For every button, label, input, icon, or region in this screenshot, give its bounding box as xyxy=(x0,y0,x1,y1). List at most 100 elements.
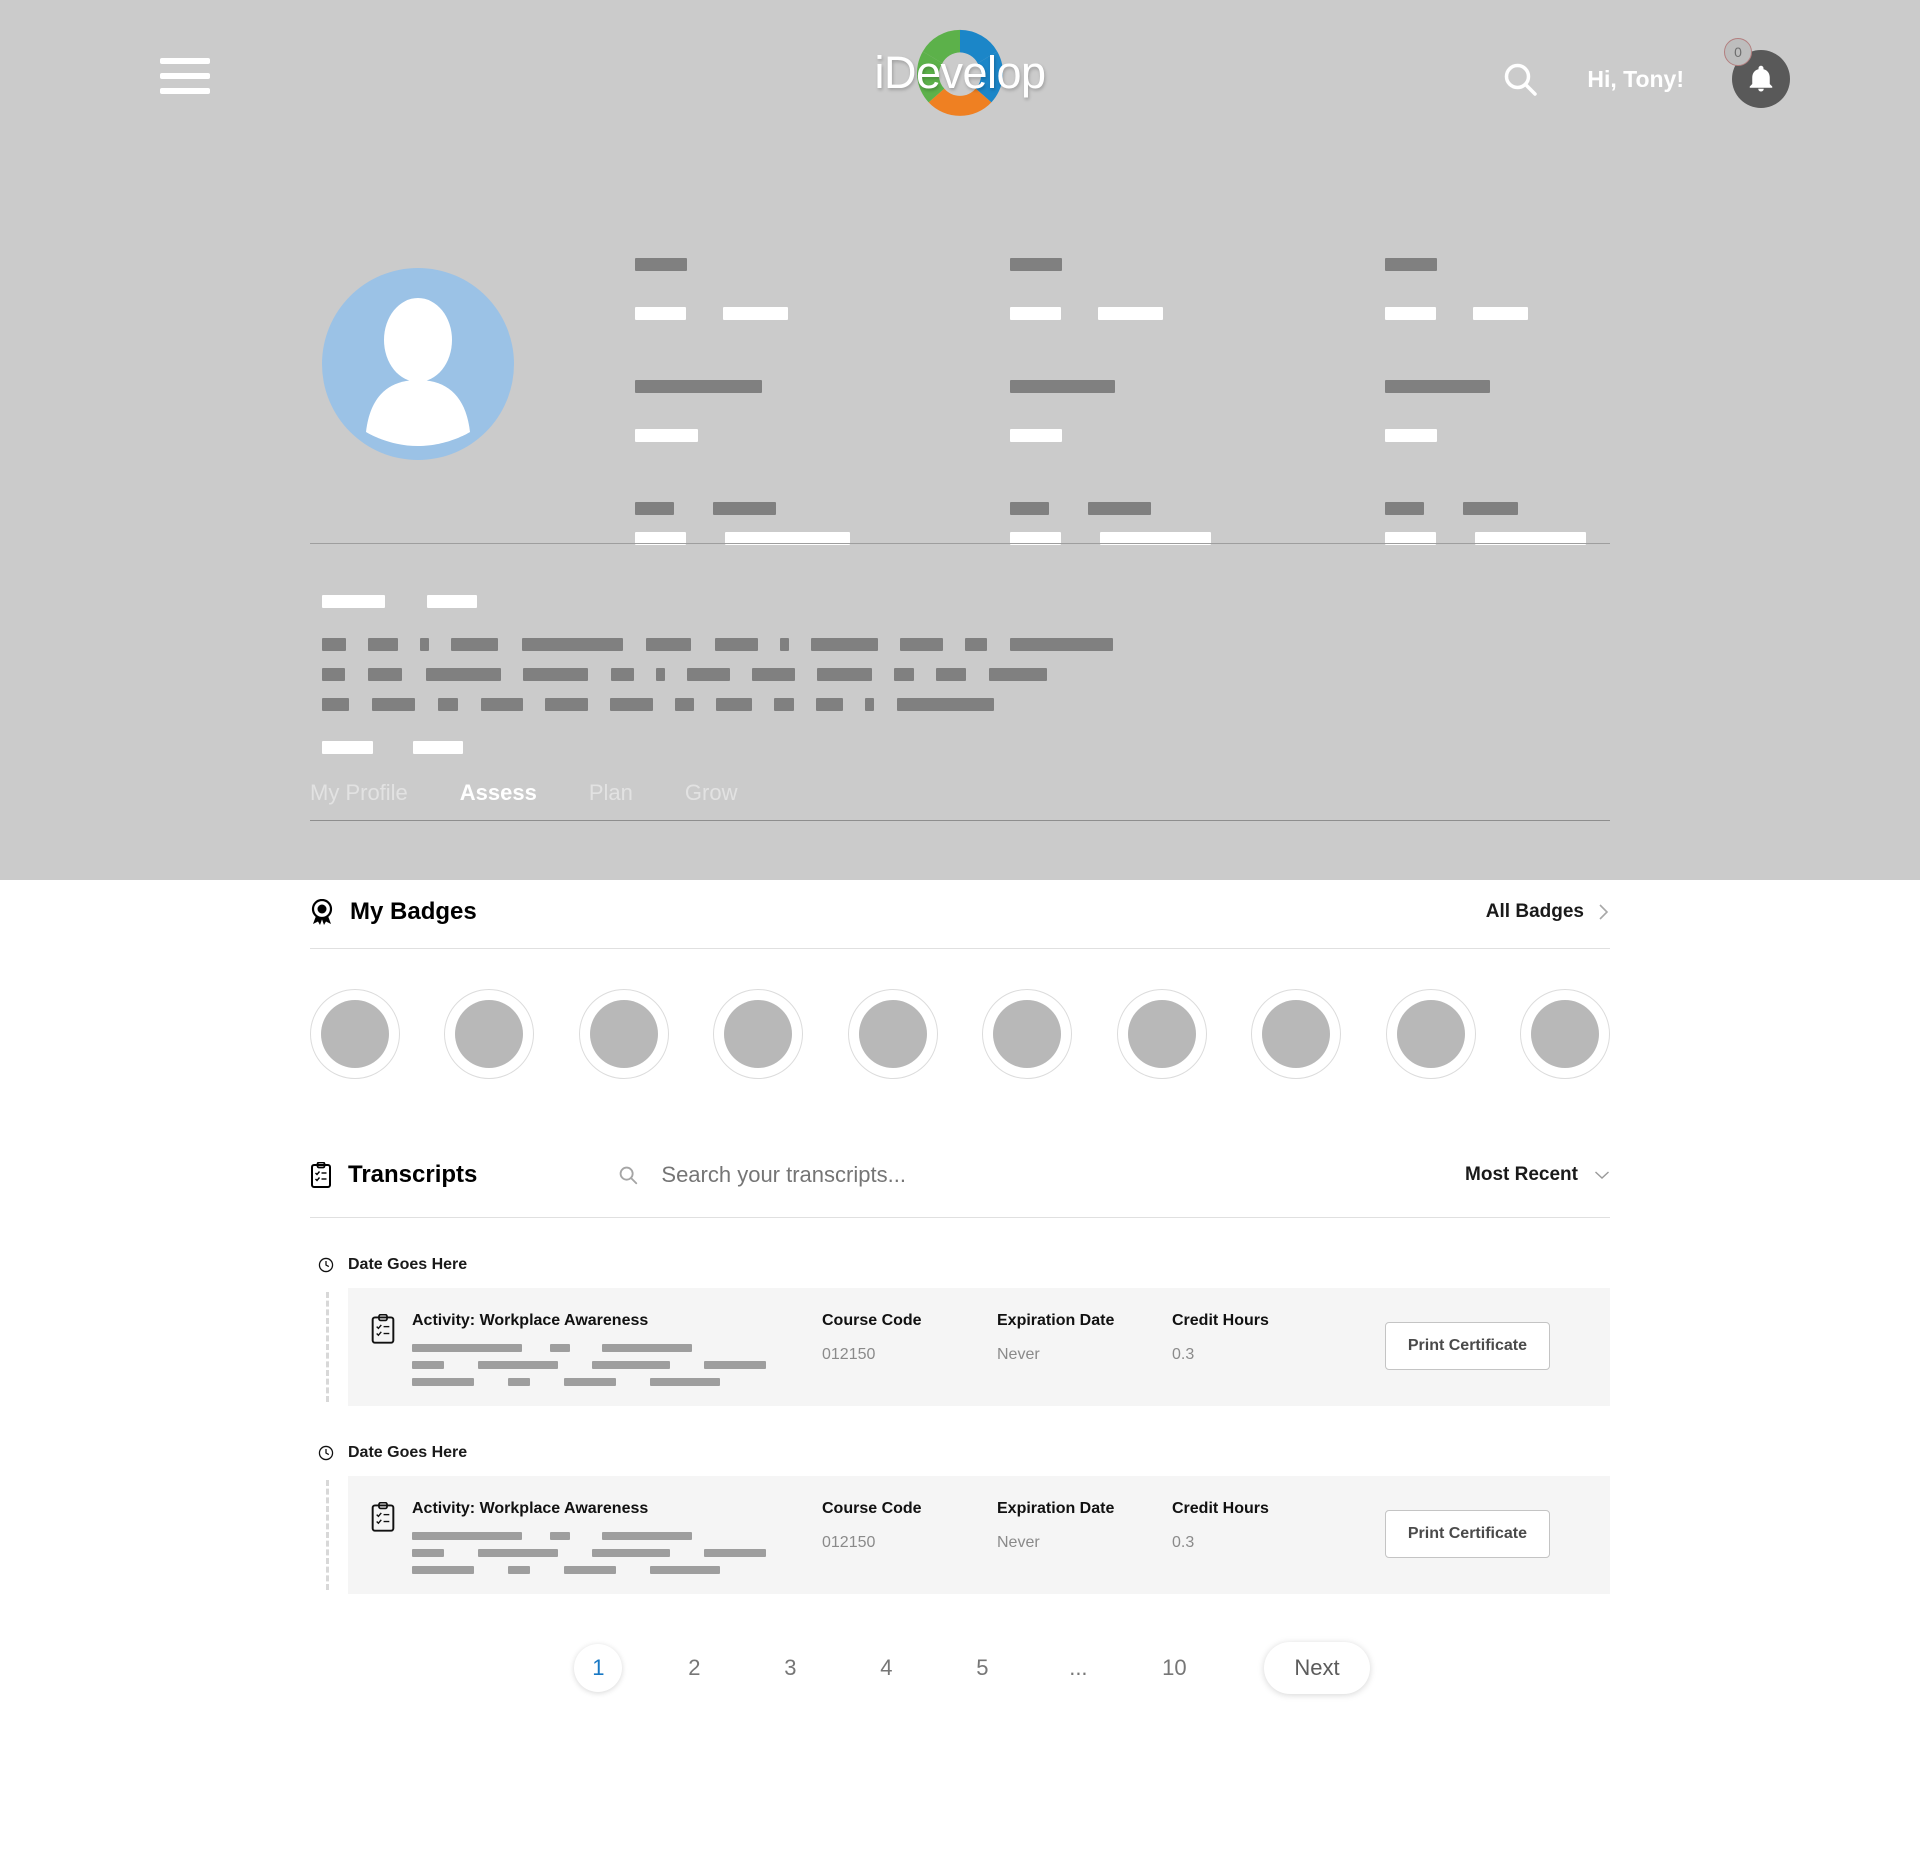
page-4[interactable]: 4 xyxy=(862,1644,910,1692)
expiration-date-value: Never xyxy=(997,1346,1040,1363)
main-content: My Badges All Badges Transcripts Search … xyxy=(0,880,1920,1734)
transcript-activity: Activity: Workplace Awareness xyxy=(412,1312,822,1395)
transcript-card-wrap: Activity: Workplace Awareness Course Cod… xyxy=(310,1476,1610,1594)
badge-item[interactable] xyxy=(1385,989,1476,1079)
skeleton-bar xyxy=(713,502,776,515)
skeleton-bar xyxy=(413,741,463,754)
skeleton-bar xyxy=(1098,307,1163,320)
badge-item[interactable] xyxy=(1519,989,1610,1079)
sort-dropdown[interactable]: Most Recent xyxy=(1465,1164,1610,1186)
course-code-field: Course Code 012150 xyxy=(822,1500,997,1552)
print-certificate-button[interactable]: Print Certificate xyxy=(1384,1322,1550,1370)
app-logo[interactable]: iDevelop xyxy=(845,18,1075,128)
course-code-header: Course Code xyxy=(822,1500,922,1517)
tab-my-profile[interactable]: My Profile xyxy=(310,780,408,806)
transcripts-section-header: Transcripts Most Recent xyxy=(310,1161,1610,1189)
expiration-date-header: Expiration Date xyxy=(997,1500,1115,1517)
badge-image-placeholder xyxy=(455,1000,524,1068)
skeleton-bar xyxy=(322,595,385,608)
tabs-underline xyxy=(310,820,1610,821)
profile-tabs: My Profile Assess Plan Grow xyxy=(310,780,1610,821)
badge-item[interactable] xyxy=(444,989,535,1079)
course-code-header: Course Code xyxy=(822,1312,922,1329)
skeleton-bar xyxy=(427,595,477,608)
skeleton-bar xyxy=(1385,502,1424,515)
page-ellipsis: ... xyxy=(1069,1655,1088,1680)
hamburger-menu-icon[interactable] xyxy=(160,58,210,98)
badges-section-header: My Badges All Badges xyxy=(310,880,1610,926)
skeleton-bar xyxy=(1010,258,1062,271)
page-5[interactable]: 5 xyxy=(958,1644,1006,1692)
all-badges-link[interactable]: All Badges xyxy=(1486,901,1610,923)
badge-image-placeholder xyxy=(1530,1000,1599,1068)
expiration-date-header: Expiration Date xyxy=(997,1312,1115,1329)
badge-image-placeholder xyxy=(993,1000,1062,1068)
skeleton-bar xyxy=(635,380,762,393)
hero-divider xyxy=(310,543,1610,544)
skeleton-line xyxy=(412,1361,822,1369)
search-icon[interactable] xyxy=(617,1164,639,1186)
course-code-value: 012150 xyxy=(822,1346,876,1363)
clock-icon xyxy=(318,1257,334,1273)
clock-icon xyxy=(318,1445,334,1461)
notifications-button[interactable]: 0 xyxy=(1724,38,1790,108)
transcripts-list: Date Goes Here Activity: Workplace Aware… xyxy=(310,1256,1610,1594)
table-row[interactable]: Activity: Workplace Awareness Course Cod… xyxy=(348,1288,1610,1406)
all-badges-label: All Badges xyxy=(1485,901,1584,922)
skeleton-bar xyxy=(635,307,686,320)
expiration-date-value: Never xyxy=(997,1534,1040,1551)
credit-hours-field: Credit Hours 0.3 xyxy=(1172,1312,1347,1364)
skeleton-bar xyxy=(1473,307,1528,320)
credit-hours-value: 0.3 xyxy=(1172,1346,1195,1363)
skeleton-bar xyxy=(723,307,788,320)
page-3[interactable]: 3 xyxy=(766,1644,814,1692)
badge-image-placeholder xyxy=(724,1000,793,1068)
credit-hours-value: 0.3 xyxy=(1172,1534,1195,1551)
next-page-button[interactable]: Next xyxy=(1264,1642,1370,1694)
pagination: 1 2 3 4 5 ... 10 Next xyxy=(310,1642,1610,1694)
award-ribbon-icon xyxy=(311,899,333,925)
transcript-date-label: Date Goes Here xyxy=(348,1256,468,1273)
clipboard-checklist-icon xyxy=(370,1501,404,1538)
skeleton-bar xyxy=(1010,429,1062,442)
skeleton-bar xyxy=(1385,429,1437,442)
page-1[interactable]: 1 xyxy=(574,1644,623,1692)
transcript-date-label: Date Goes Here xyxy=(348,1444,468,1461)
skeleton-line xyxy=(412,1378,822,1386)
search-input[interactable] xyxy=(661,1162,1222,1188)
skeleton-bar xyxy=(635,429,698,442)
profile-info-column xyxy=(1010,258,1385,545)
transcript-activity: Activity: Workplace Awareness xyxy=(412,1500,822,1583)
sort-label: Most Recent xyxy=(1465,1164,1578,1185)
badge-image-placeholder xyxy=(321,1000,389,1068)
page-10[interactable]: 10 xyxy=(1150,1644,1198,1692)
badge-item[interactable] xyxy=(713,989,804,1079)
top-navigation-bar: iDevelop Hi, Tony! 0 xyxy=(0,0,1920,158)
page-title-transcripts: Transcripts xyxy=(348,1161,478,1188)
badge-item[interactable] xyxy=(982,989,1073,1079)
chevron-down-icon xyxy=(1595,1171,1609,1179)
profile-info-column xyxy=(1385,258,1760,545)
search-icon[interactable] xyxy=(1493,52,1547,106)
profile-description-skeleton xyxy=(322,595,1322,754)
badge-item[interactable] xyxy=(847,989,938,1079)
skeleton-bar xyxy=(1463,502,1518,515)
badge-image-placeholder xyxy=(858,1000,927,1068)
badge-item[interactable] xyxy=(1116,989,1207,1079)
badge-item[interactable] xyxy=(578,989,669,1079)
notification-count-badge: 0 xyxy=(1724,38,1752,66)
page-2[interactable]: 2 xyxy=(670,1644,718,1692)
skeleton-line xyxy=(412,1532,822,1540)
skeleton-bar xyxy=(1385,258,1437,271)
tab-plan[interactable]: Plan xyxy=(589,780,633,806)
badge-image-placeholder xyxy=(1396,1000,1465,1068)
user-avatar-icon xyxy=(322,268,514,460)
tab-grow[interactable]: Grow xyxy=(685,780,738,806)
skeleton-bar xyxy=(1385,380,1490,393)
badge-item[interactable] xyxy=(1251,989,1342,1079)
tab-assess[interactable]: Assess xyxy=(460,780,537,806)
print-certificate-button[interactable]: Print Certificate xyxy=(1384,1510,1550,1558)
table-row[interactable]: Activity: Workplace Awareness Course Cod… xyxy=(348,1476,1610,1594)
skeleton-line xyxy=(412,1566,822,1574)
badge-item[interactable] xyxy=(310,989,400,1079)
